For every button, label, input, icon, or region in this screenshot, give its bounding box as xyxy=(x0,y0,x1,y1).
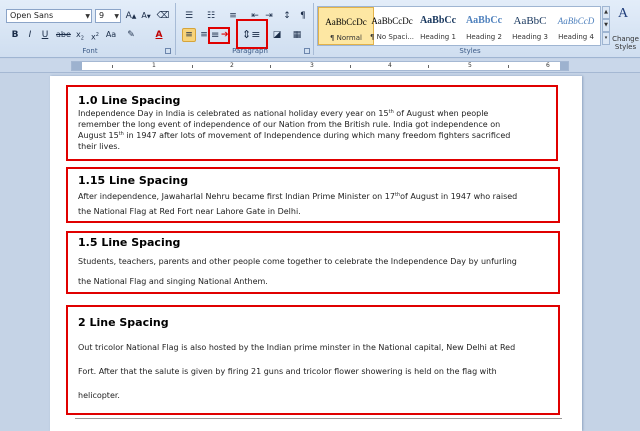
page-divider xyxy=(75,418,562,419)
change-styles-button[interactable]: A Change Styles xyxy=(611,4,640,56)
subscript-icon[interactable]: x2 xyxy=(73,28,87,42)
sort-icon[interactable]: ↕ xyxy=(280,9,294,23)
style-heading-4[interactable]: AaBbCcD Heading 4 xyxy=(548,7,604,45)
text-line: After independence, Jawaharlal Nehru bec… xyxy=(78,192,518,201)
line-spacing-highlight: ⇕≡ xyxy=(236,19,268,49)
grow-font-icon[interactable]: A▲ xyxy=(124,9,138,23)
scroll-up-icon[interactable]: ▲ xyxy=(602,6,610,19)
section-1-5-spacing: 1.5 Line Spacing Students, teachers, par… xyxy=(66,231,560,294)
text-line: Students, teachers, parents and other pe… xyxy=(78,257,517,266)
numbering-icon[interactable]: ☷ xyxy=(204,9,218,23)
text-line: the National Flag at Red Fort near Lahor… xyxy=(78,207,301,216)
group-divider xyxy=(313,3,314,55)
ribbon: Open Sans ▼ 9 ▼ A▲ A▼ ⌫ B I U abe x2 x2 … xyxy=(0,0,640,58)
font-color-icon[interactable]: A xyxy=(152,28,166,42)
scroll-down-icon[interactable]: ▼ xyxy=(602,19,610,32)
bold-icon[interactable]: B xyxy=(8,28,22,42)
chevron-down-icon: ▼ xyxy=(85,13,90,20)
ruler-number: 6 xyxy=(546,62,550,69)
styles-gallery: AaBbCcDc ¶ Normal AaBbCcDc ¶ No Spaci...… xyxy=(317,6,601,46)
section-heading: 2 Line Spacing xyxy=(78,316,169,329)
text-line: August 15th in 1947 after lots of moveme… xyxy=(78,131,511,140)
ruler-number: 2 xyxy=(230,62,234,69)
section-heading: 1.0 Line Spacing xyxy=(78,94,181,107)
section-2-spacing: 2 Line Spacing Out tricolor National Fla… xyxy=(66,305,560,415)
align-right-highlight: ≡ ➔ xyxy=(208,27,230,44)
paragraph-group-label: Paragraph xyxy=(232,47,268,55)
shading-icon[interactable]: ◪ xyxy=(270,28,284,42)
text-line: Fort. After that the salute is given by … xyxy=(78,367,497,376)
style-preview: AaBbCcD xyxy=(557,16,595,26)
change-styles-icon: A xyxy=(618,6,629,21)
change-styles-label: Change Styles xyxy=(612,35,639,51)
ruler-tick xyxy=(508,65,509,68)
highlight-icon[interactable]: ✎ xyxy=(124,28,138,42)
section-body: Out tricolor National Flag is also hoste… xyxy=(78,336,558,408)
font-size-box[interactable]: 9 ▼ xyxy=(95,9,121,23)
ruler-tick xyxy=(112,65,113,68)
text-line: remember the long event of independence … xyxy=(78,120,501,129)
style-name: Heading 4 xyxy=(558,33,594,41)
section-body: Independence Day in India is celebrated … xyxy=(78,108,556,152)
group-divider xyxy=(175,3,176,55)
ruler-number: 4 xyxy=(388,62,392,69)
arrow-right-icon: ➔ xyxy=(221,30,229,40)
borders-icon[interactable]: ▦ xyxy=(290,28,304,42)
ruler-number: 5 xyxy=(468,62,472,69)
ruler-number: 3 xyxy=(310,62,314,69)
superscript-icon[interactable]: x2 xyxy=(88,28,102,42)
text-line: Out tricolor National Flag is also hoste… xyxy=(78,343,516,352)
ruler-right-margin xyxy=(560,62,568,70)
horizontal-ruler: 1 2 3 4 5 6 xyxy=(0,59,640,73)
more-styles-icon[interactable]: ▾ xyxy=(602,32,610,45)
shrink-font-icon[interactable]: A▼ xyxy=(139,9,153,23)
section-body: Students, teachers, parents and other pe… xyxy=(78,252,558,292)
align-left-icon[interactable]: ≡ xyxy=(182,28,196,42)
ruler-tick xyxy=(270,65,271,68)
align-right-icon[interactable]: ≡ xyxy=(211,29,219,42)
ruler-tick xyxy=(428,65,429,68)
ruler-strip: 1 2 3 4 5 6 xyxy=(71,61,569,71)
dialog-launcher-icon[interactable] xyxy=(165,48,171,54)
text-line: their lives. xyxy=(78,142,120,151)
show-formatting-icon[interactable]: ¶ xyxy=(296,9,310,23)
section-heading: 1.15 Line Spacing xyxy=(78,174,189,187)
font-name-value: Open Sans xyxy=(10,11,54,20)
section-1-15-spacing: 1.15 Line Spacing After independence, Ja… xyxy=(66,167,560,223)
section-heading: 1.5 Line Spacing xyxy=(78,236,181,249)
document-page[interactable]: 1.0 Line Spacing Independence Day in Ind… xyxy=(50,76,582,431)
clear-formatting-icon[interactable]: ⌫ xyxy=(156,9,170,23)
underline-icon[interactable]: U xyxy=(38,28,52,42)
styles-group-label: Styles xyxy=(459,47,481,55)
text-line: helicopter. xyxy=(78,391,120,400)
chevron-down-icon: ▼ xyxy=(114,13,119,20)
strikethrough-icon[interactable]: abe xyxy=(56,28,71,42)
change-case-icon[interactable]: Aa xyxy=(104,28,118,42)
line-spacing-icon[interactable]: ⇕≡ xyxy=(242,28,260,42)
font-name-box[interactable]: Open Sans ▼ xyxy=(6,9,92,23)
ruler-number: 1 xyxy=(152,62,156,69)
font-group-label: Font xyxy=(82,47,98,55)
dialog-launcher-icon[interactable] xyxy=(304,48,310,54)
text-line: the National Flag and singing National A… xyxy=(78,277,268,286)
ruler-tick xyxy=(350,65,351,68)
italic-icon[interactable]: I xyxy=(23,28,37,42)
ruler-left-margin xyxy=(72,62,82,70)
font-size-value: 9 xyxy=(99,11,105,20)
ruler-tick xyxy=(192,65,193,68)
bullets-icon[interactable]: ☰ xyxy=(182,9,196,23)
section-body: After independence, Jawaharlal Nehru bec… xyxy=(78,189,558,219)
text-line: Independence Day in India is celebrated … xyxy=(78,109,489,118)
section-1-0-spacing: 1.0 Line Spacing Independence Day in Ind… xyxy=(66,85,558,161)
